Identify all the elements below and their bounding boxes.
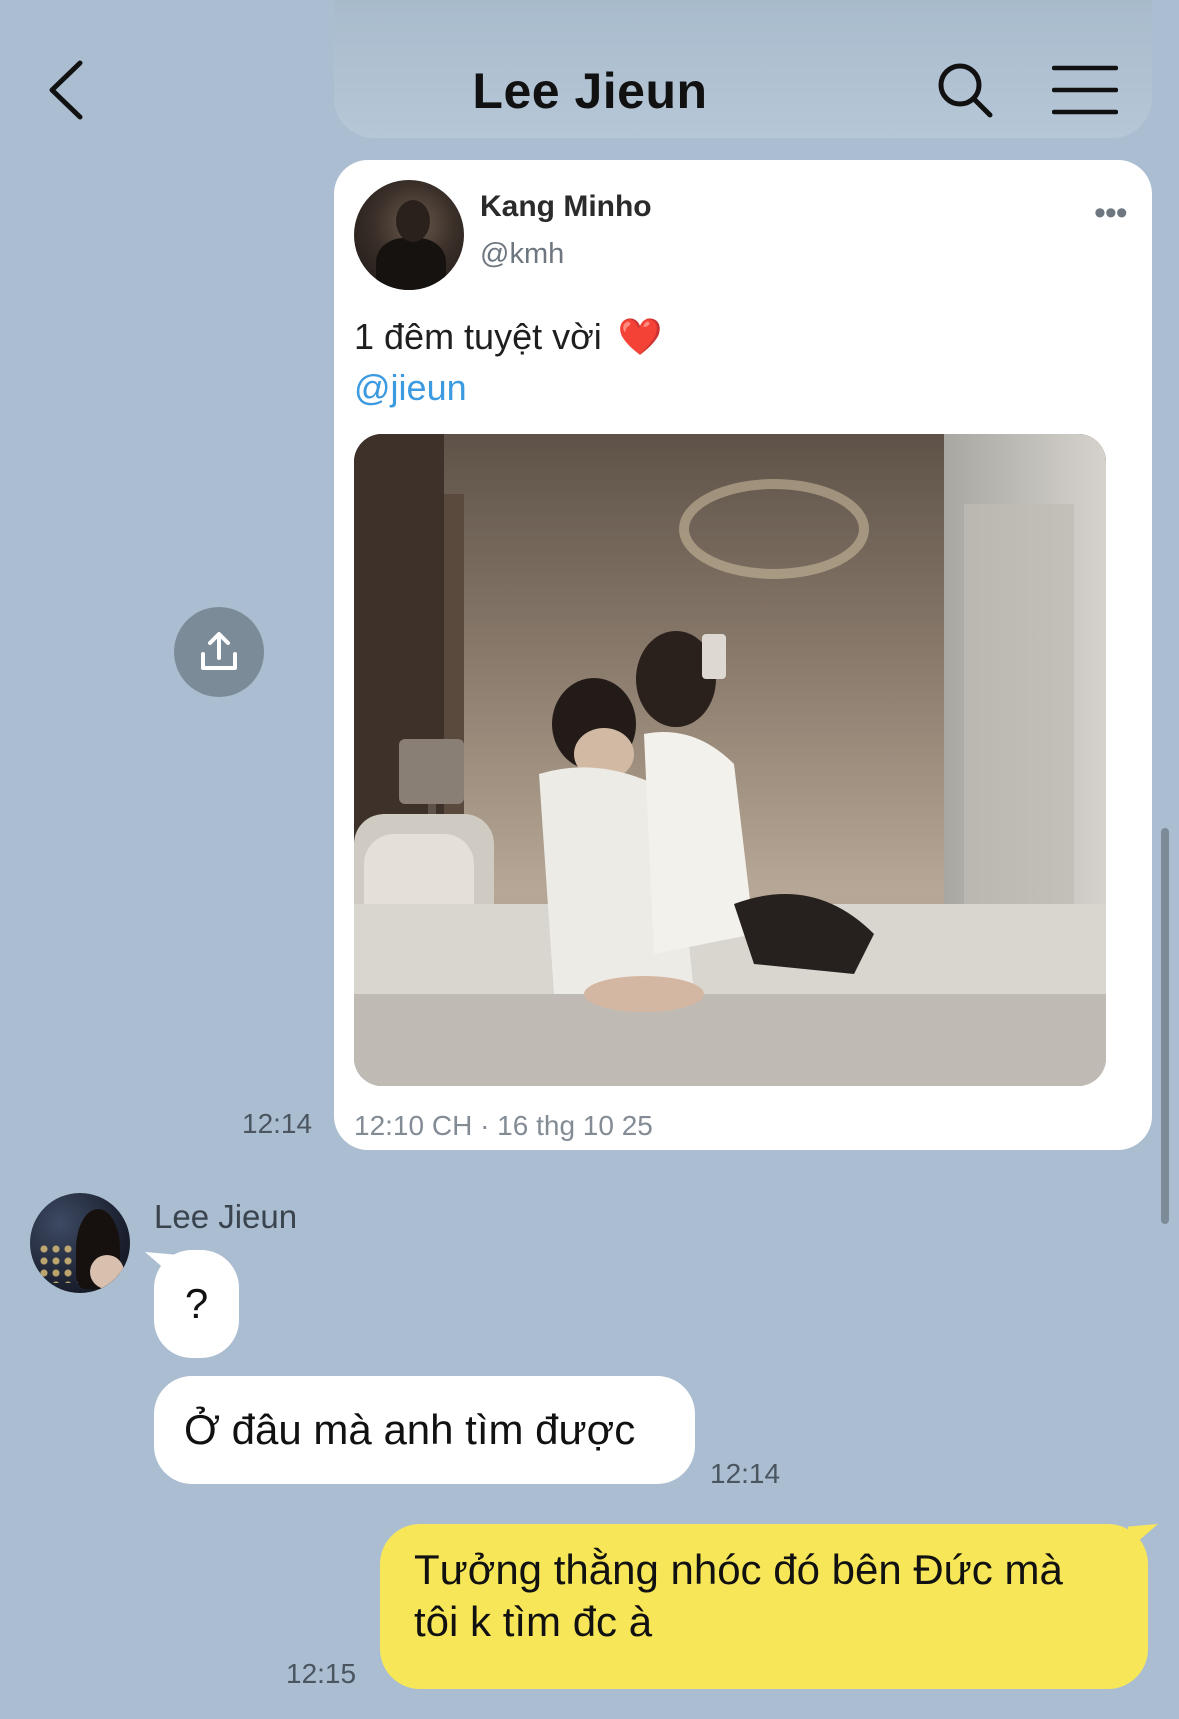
avatar-figure-body: [376, 238, 446, 290]
tweet-text-body: 1 đêm tuyệt vời: [354, 316, 602, 357]
message-text: Ở đâu mà anh tìm được: [184, 1406, 636, 1453]
back-button[interactable]: [40, 55, 100, 125]
message-time: 12:14: [710, 1458, 781, 1489]
hamburger-menu-icon: [1051, 65, 1119, 115]
tweet-photo-illustration: [354, 434, 1106, 1086]
message-time: 12:14: [242, 1108, 313, 1139]
tweet-author-name[interactable]: Kang Minho: [480, 190, 652, 224]
tweet-mention-link[interactable]: @jieun: [354, 367, 467, 409]
tweet-author-avatar[interactable]: [354, 180, 464, 290]
message-text-line: Tưởng thằng nhóc đó bên Đức mà: [414, 1546, 1063, 1593]
menu-button[interactable]: [1051, 64, 1119, 116]
search-icon: [938, 63, 993, 118]
shared-tweet-card[interactable]: Kang Minho @kmh ••• 1 đêm tuyệt vời ❤️ @…: [334, 160, 1152, 1150]
tweet-photo[interactable]: [354, 434, 1106, 1086]
message-text: ?: [184, 1280, 209, 1327]
search-button[interactable]: [935, 60, 995, 120]
heart-emoji-icon: ❤️: [617, 316, 663, 357]
sender-name: Lee Jieun: [154, 1198, 298, 1235]
avatar-city-lights: [38, 1243, 78, 1283]
tweet-timestamp: 12:10 CH · 16 thg 10 25: [354, 1110, 653, 1141]
sender-avatar[interactable]: [30, 1193, 130, 1293]
tweet-text: 1 đêm tuyệt vời ❤️: [354, 316, 663, 358]
avatar-figure-head: [396, 200, 430, 242]
outgoing-message-bubble[interactable]: Tưởng thằng nhóc đó bên Đức mà tôi k tìm…: [380, 1524, 1148, 1689]
share-upload-icon: [201, 632, 237, 670]
scrollbar[interactable]: [1161, 828, 1169, 1224]
incoming-message-bubble[interactable]: Ở đâu mà anh tìm được: [154, 1376, 695, 1484]
chevron-left-icon: [49, 60, 83, 120]
tweet-author-handle: @kmh: [480, 238, 565, 270]
incoming-message-bubble[interactable]: ?: [154, 1250, 239, 1358]
avatar-face: [90, 1255, 124, 1289]
message-time: 12:15: [286, 1658, 357, 1689]
chat-title: Lee Jieun: [472, 63, 708, 119]
message-text-line: tôi k tìm đc à: [414, 1598, 653, 1645]
share-button[interactable]: [174, 607, 264, 697]
more-options-icon[interactable]: •••: [1094, 196, 1128, 230]
